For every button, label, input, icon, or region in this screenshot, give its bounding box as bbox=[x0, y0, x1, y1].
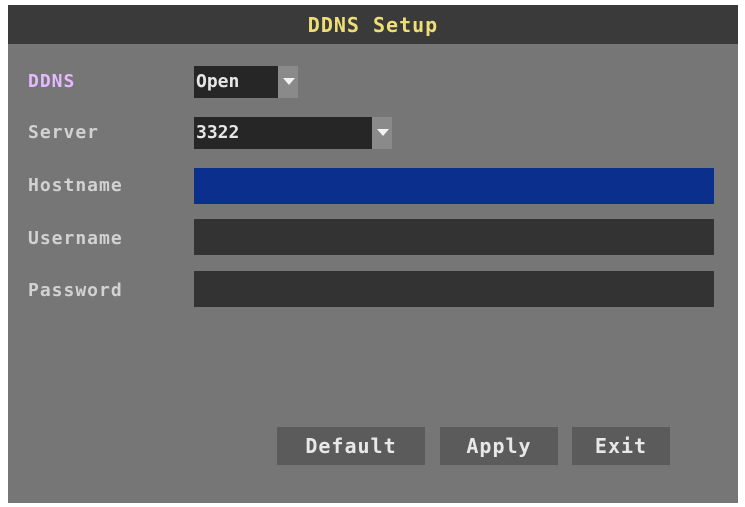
password-field[interactable] bbox=[194, 271, 714, 307]
ddns-setup-dialog: DDNS Setup DDNS Open Server 3322 Hostnam… bbox=[8, 5, 738, 503]
ddns-label: DDNS bbox=[28, 71, 76, 92]
password-label: Password bbox=[28, 280, 123, 301]
server-select[interactable]: 3322 bbox=[194, 117, 392, 149]
server-select-value: 3322 bbox=[196, 122, 240, 143]
server-dropdown-arrow-icon[interactable] bbox=[372, 117, 392, 149]
apply-button[interactable]: Apply bbox=[440, 427, 558, 465]
default-button[interactable]: Default bbox=[277, 427, 425, 465]
hostname-label: Hostname bbox=[28, 175, 123, 196]
username-field[interactable] bbox=[194, 219, 714, 255]
ddns-select[interactable]: Open bbox=[194, 66, 298, 98]
server-label: Server bbox=[28, 122, 100, 143]
username-label: Username bbox=[28, 228, 123, 249]
exit-button[interactable]: Exit bbox=[572, 427, 670, 465]
dialog-title: DDNS Setup bbox=[8, 5, 738, 44]
ddns-dropdown-arrow-icon[interactable] bbox=[278, 66, 298, 98]
ddns-select-value: Open bbox=[196, 71, 240, 92]
hostname-field[interactable] bbox=[194, 168, 714, 204]
